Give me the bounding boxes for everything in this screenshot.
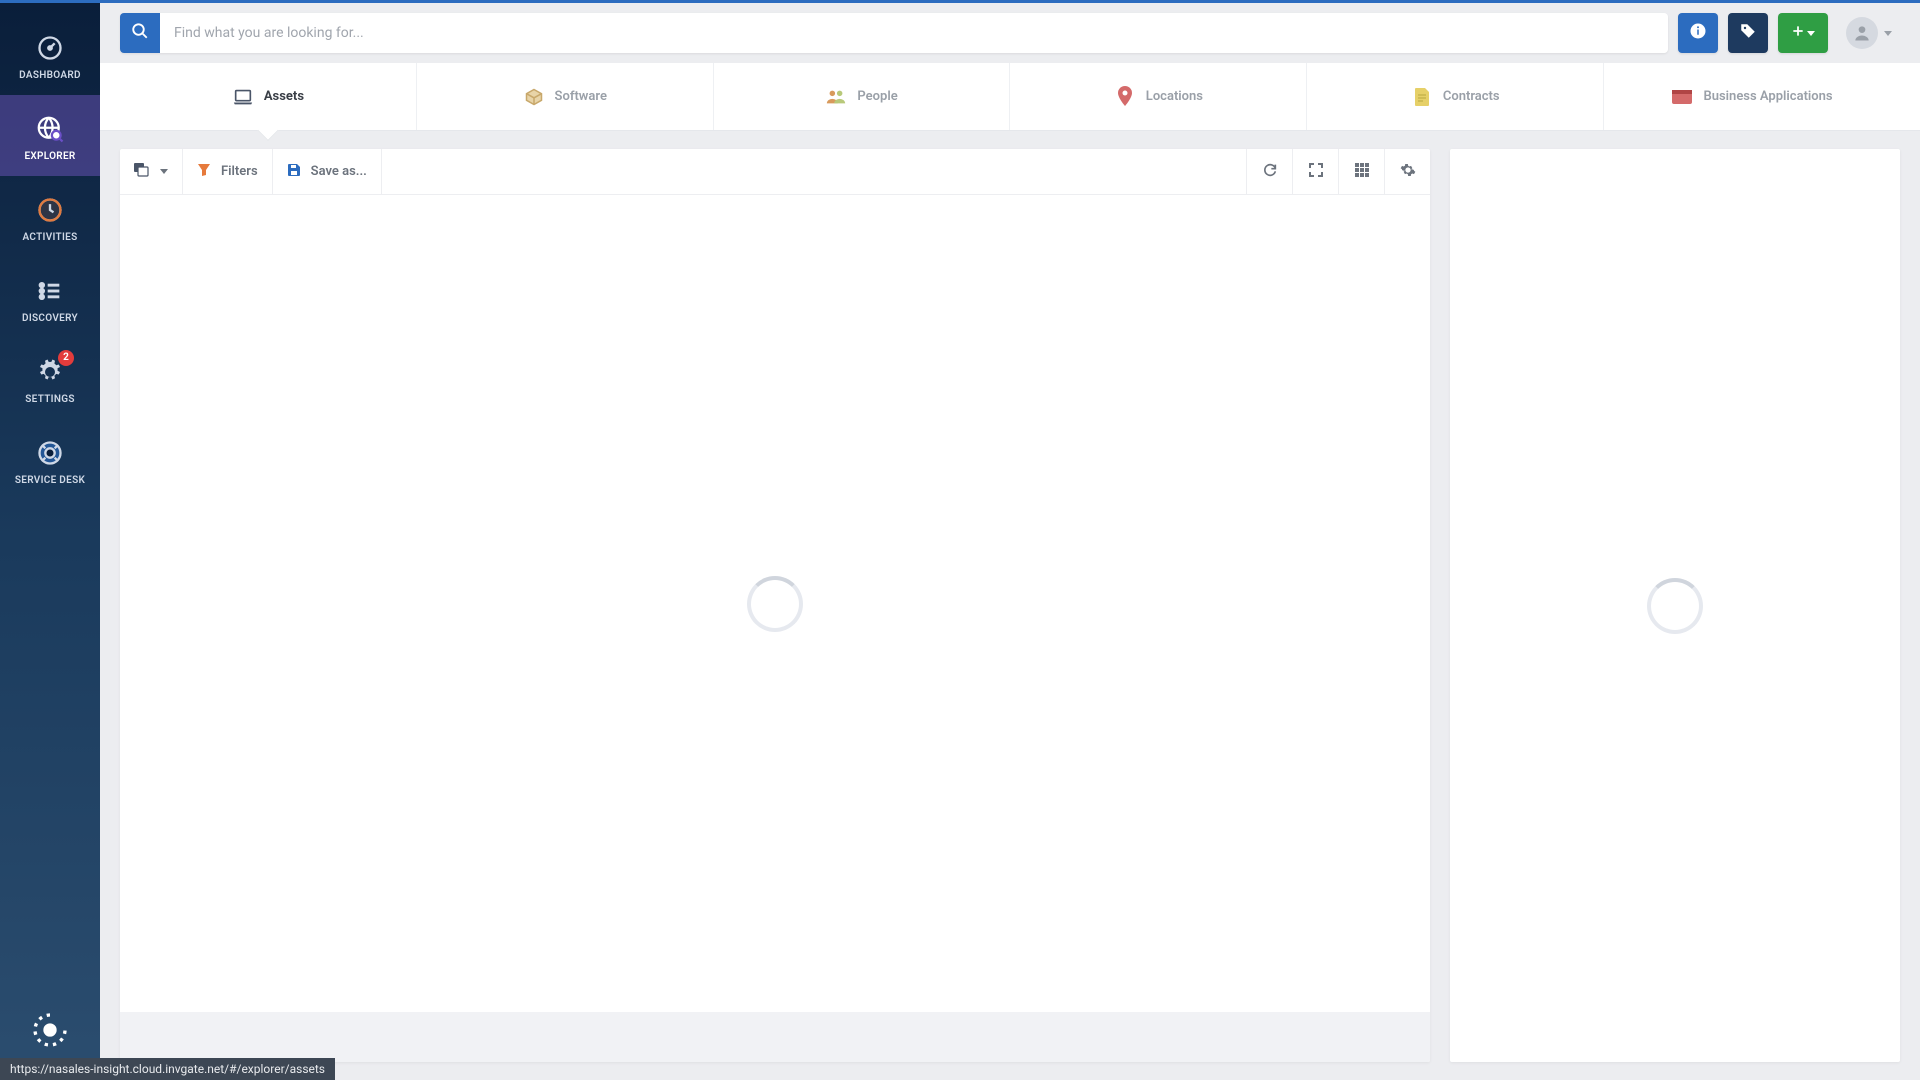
tab-people[interactable]: People xyxy=(714,63,1011,130)
clock-history-icon xyxy=(34,194,66,226)
tab-label: Software xyxy=(555,89,607,104)
tab-business-applications[interactable]: Business Applications xyxy=(1604,63,1900,130)
filters-label: Filters xyxy=(221,164,258,179)
search-icon xyxy=(131,22,149,44)
left-sidebar: DASHBOARD EXPLORER ACTIVITIES DI xyxy=(0,0,100,1080)
fullscreen-button[interactable] xyxy=(1292,149,1338,194)
status-url: https://nasales-insight.cloud.invgate.ne… xyxy=(10,1062,325,1076)
laptop-icon xyxy=(232,88,254,106)
refresh-icon xyxy=(1262,162,1278,182)
tab-label: People xyxy=(857,89,897,104)
main-panel-footer xyxy=(120,1012,1430,1062)
tag-button[interactable] xyxy=(1728,13,1768,53)
chevron-down-icon xyxy=(1807,31,1815,36)
info-icon xyxy=(1689,22,1707,44)
chevron-down-icon xyxy=(1884,31,1892,36)
app-window-icon xyxy=(1671,88,1693,106)
sidebar-item-activities[interactable]: ACTIVITIES xyxy=(0,176,100,257)
top-accent-bar xyxy=(0,0,1920,3)
tab-locations[interactable]: Locations xyxy=(1010,63,1307,130)
people-icon xyxy=(825,88,847,106)
user-menu[interactable] xyxy=(1838,17,1900,49)
settings-badge: 2 xyxy=(58,350,74,366)
chevron-down-icon xyxy=(160,169,168,174)
view-selector-button[interactable] xyxy=(120,149,183,194)
tag-icon xyxy=(1739,22,1757,44)
sidebar-item-explorer[interactable]: EXPLORER xyxy=(0,95,100,176)
gauge-icon xyxy=(34,32,66,64)
filters-button[interactable]: Filters xyxy=(183,149,273,194)
sidebar-item-label: EXPLORER xyxy=(24,151,75,162)
tab-label: Business Applications xyxy=(1703,89,1832,104)
content-area: Filters Save as... xyxy=(100,131,1920,1080)
side-panel xyxy=(1450,149,1900,1062)
save-icon xyxy=(287,162,301,181)
expand-icon xyxy=(1309,162,1323,181)
top-bar xyxy=(100,3,1920,63)
sidebar-item-servicedesk[interactable]: SERVICE DESK xyxy=(0,419,100,500)
grid-icon xyxy=(1355,162,1369,181)
grid-view-button[interactable] xyxy=(1338,149,1384,194)
tab-label: Contracts xyxy=(1443,89,1500,104)
tab-software[interactable]: Software xyxy=(417,63,714,130)
category-tabs: Assets Software People Locations xyxy=(100,63,1920,131)
tab-label: Locations xyxy=(1146,89,1203,104)
search-input[interactable] xyxy=(160,13,1668,53)
windows-icon xyxy=(134,162,150,181)
sidebar-item-discovery[interactable]: DISCOVERY xyxy=(0,257,100,338)
sidebar-item-label: ACTIVITIES xyxy=(22,232,77,243)
globe-search-icon xyxy=(34,113,66,145)
sidebar-item-dashboard[interactable]: DASHBOARD xyxy=(0,14,100,95)
search-container xyxy=(120,13,1668,53)
tab-contracts[interactable]: Contracts xyxy=(1307,63,1604,130)
saveas-label: Save as... xyxy=(311,164,367,179)
sidebar-item-label: DISCOVERY xyxy=(22,313,78,324)
gear-icon xyxy=(1400,162,1416,182)
saveas-button[interactable]: Save as... xyxy=(273,149,382,194)
tab-label: Assets xyxy=(264,89,304,104)
sidebar-item-settings[interactable]: 2 SETTINGS xyxy=(0,338,100,419)
refresh-button[interactable] xyxy=(1246,149,1292,194)
lifebuoy-icon xyxy=(34,437,66,469)
settings-button[interactable] xyxy=(1384,149,1430,194)
list-icon xyxy=(34,275,66,307)
funnel-icon xyxy=(197,162,211,181)
info-button[interactable] xyxy=(1678,13,1718,53)
status-bar: https://nasales-insight.cloud.invgate.ne… xyxy=(0,1058,335,1080)
panel-toolbar: Filters Save as... xyxy=(120,149,1430,195)
tab-assets[interactable]: Assets xyxy=(120,63,417,130)
main-panel: Filters Save as... xyxy=(120,149,1430,1062)
toolbar-spacer xyxy=(382,149,1246,194)
box-icon xyxy=(523,88,545,106)
sidebar-item-label: SETTINGS xyxy=(25,394,75,405)
loading-spinner-icon xyxy=(747,576,803,632)
search-button[interactable] xyxy=(120,13,160,53)
avatar xyxy=(1846,17,1878,49)
add-button[interactable] xyxy=(1778,13,1828,53)
loading-spinner-icon xyxy=(1647,578,1703,634)
main-panel-body xyxy=(120,195,1430,1012)
sidebar-item-label: DASHBOARD xyxy=(19,70,81,81)
sidebar-item-label: SERVICE DESK xyxy=(15,475,85,486)
plus-icon xyxy=(1791,24,1805,42)
location-pin-icon xyxy=(1114,88,1136,106)
document-icon xyxy=(1411,88,1433,106)
